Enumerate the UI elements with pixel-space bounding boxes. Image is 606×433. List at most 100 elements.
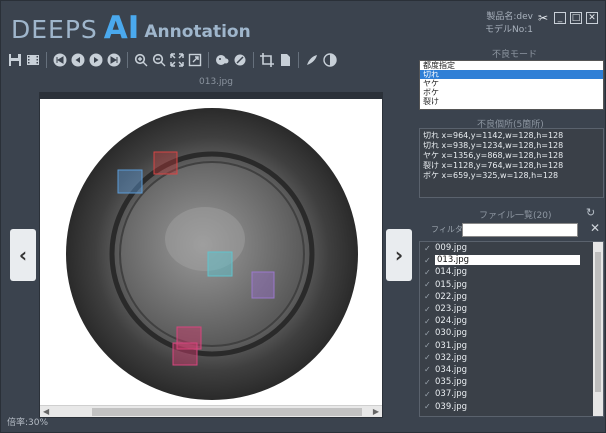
annotation-box-blur[interactable]	[117, 169, 143, 194]
check-icon: ✓	[424, 341, 431, 351]
file-list-item[interactable]: ✓ 034.jpg	[420, 364, 603, 376]
file-list-scrollbar[interactable]	[593, 242, 603, 416]
check-icon: ✓	[424, 243, 431, 253]
annotation-box-cut[interactable]	[153, 151, 178, 175]
maximize-button[interactable]: □	[570, 12, 582, 24]
brand-logo: DEEPS AI Annotation	[11, 7, 251, 45]
file-list-item[interactable]: ✓ 014.jpg	[420, 266, 603, 278]
brush-icon[interactable]	[232, 52, 248, 68]
annotation-box-tear[interactable]	[207, 251, 233, 277]
check-icon: ✓	[424, 255, 431, 265]
fit-icon[interactable]	[169, 52, 185, 68]
check-icon: ✓	[424, 402, 431, 412]
annotation-box-burn[interactable]	[251, 271, 275, 299]
minimize-button[interactable]: _	[554, 12, 566, 24]
file-list-item[interactable]: ✓ 024.jpg	[420, 315, 603, 327]
file-list-item[interactable]: ✓ 022.jpg	[420, 291, 603, 303]
zoom-out-icon[interactable]	[151, 52, 167, 68]
defect-mode-item[interactable]: 裂け	[420, 97, 603, 106]
prev-icon[interactable]	[70, 52, 86, 68]
check-icon: ✓	[424, 292, 431, 302]
modes-title: 不良モード	[492, 50, 538, 60]
defect-mode-item[interactable]: ボケ	[420, 88, 603, 97]
defect-mode-item[interactable]: 切れ	[420, 70, 603, 79]
toolbar-divider	[208, 52, 209, 68]
prev-image-button[interactable]: ‹	[10, 229, 36, 281]
file-name: 030.jpg	[435, 328, 468, 339]
document-icon[interactable]	[277, 52, 293, 68]
tools-icon[interactable]: ✂	[536, 12, 550, 24]
toolbar-divider	[253, 52, 254, 68]
palette-icon[interactable]	[214, 52, 230, 68]
file-name: 024.jpg	[435, 316, 468, 327]
check-icon: ✓	[424, 328, 431, 338]
file-name: 015.jpg	[435, 279, 468, 290]
file-name: 037.jpg	[435, 389, 468, 400]
expand-icon[interactable]	[187, 52, 203, 68]
file-list-item[interactable]: ✓ 013.jpg	[420, 254, 603, 266]
check-icon: ✓	[424, 280, 431, 290]
next-icon[interactable]	[88, 52, 104, 68]
check-icon: ✓	[424, 389, 431, 399]
file-list-item[interactable]: ✓ 023.jpg	[420, 303, 603, 315]
check-icon: ✓	[424, 267, 431, 277]
pen-icon[interactable]	[304, 52, 320, 68]
scrollbar-thumb[interactable]	[92, 408, 362, 416]
scroll-right-icon[interactable]: ▶	[373, 407, 379, 416]
current-filename: 013.jpg	[199, 77, 233, 87]
check-icon: ✓	[424, 365, 431, 375]
file-list-item[interactable]: ✓ 009.jpg	[420, 242, 603, 254]
defect-mode-item[interactable]: 都度指定	[420, 61, 603, 70]
file-list[interactable]: ✓ 009.jpg ✓ 013.jpg ✓ 014.jpg ✓ 015.jpg ✓ 022.jpg…	[419, 241, 604, 417]
check-icon: ✓	[424, 377, 431, 387]
defect-location-item[interactable]: 裂け x=1128,y=764,w=128,h=128	[423, 161, 600, 171]
defect-location-item[interactable]: 切れ x=938,y=1234,w=128,h=128	[423, 141, 600, 151]
file-list-item[interactable]: ✓ 030.jpg	[420, 327, 603, 339]
image-viewer[interactable]: ◀ ▶	[39, 92, 383, 418]
defect-location-list[interactable]: 切れ x=964,y=1142,w=128,h=128 切れ x=938,y=12…	[419, 128, 604, 198]
horizontal-scrollbar[interactable]: ◀ ▶	[40, 405, 382, 417]
file-list-item[interactable]: ✓ 039.jpg	[420, 400, 603, 412]
file-list-item[interactable]: ✓ 035.jpg	[420, 376, 603, 388]
file-name: 013.jpg	[435, 255, 580, 266]
save-icon[interactable]	[7, 52, 23, 68]
filter-row: フィルタ ✕	[419, 221, 604, 237]
file-name: 009.jpg	[435, 243, 468, 254]
annotation-box-cut-3[interactable]	[172, 342, 198, 366]
close-button[interactable]: ✕	[586, 12, 598, 24]
file-name: 035.jpg	[435, 377, 468, 388]
crop-icon[interactable]	[259, 52, 275, 68]
last-icon[interactable]	[106, 52, 122, 68]
film-icon[interactable]	[25, 52, 41, 68]
defect-location-item[interactable]: ボケ x=659,y=325,w=128,h=128	[423, 171, 600, 181]
zoom-status: 倍率:30%	[7, 418, 49, 428]
clear-filter-icon[interactable]: ✕	[590, 221, 600, 235]
files-title: ファイル一覧(20)	[479, 211, 552, 221]
next-image-button[interactable]: ›	[386, 229, 412, 281]
file-list-item[interactable]: ✓ 015.jpg	[420, 279, 603, 291]
brand-annotation: Annotation	[144, 22, 251, 42]
check-icon: ✓	[424, 316, 431, 326]
zoom-in-icon[interactable]	[133, 52, 149, 68]
product-name: 製品名:dev	[486, 12, 533, 22]
contrast-icon[interactable]	[322, 52, 338, 68]
check-icon: ✓	[424, 304, 431, 314]
window-controls: ✂ _ □ ✕	[536, 12, 598, 24]
toolbar-divider	[46, 52, 47, 68]
brand-deeps: DEEPS	[11, 15, 98, 44]
app-window: DEEPS AI Annotation 製品名:dev モデルNo:1 ✂ _ …	[0, 0, 606, 433]
file-list-scroll-thumb[interactable]	[595, 252, 601, 392]
filter-input[interactable]	[462, 223, 578, 237]
file-list-item[interactable]: ✓ 031.jpg	[420, 340, 603, 352]
defect-location-item[interactable]: 切れ x=964,y=1142,w=128,h=128	[423, 131, 600, 141]
refresh-icon[interactable]: ↻	[586, 206, 595, 219]
file-list-item[interactable]: ✓ 037.jpg	[420, 388, 603, 400]
file-list-item[interactable]: ✓ 032.jpg	[420, 352, 603, 364]
first-icon[interactable]	[52, 52, 68, 68]
inspection-image[interactable]	[40, 99, 382, 405]
brand-ai: AI	[103, 10, 140, 46]
product-meta: 製品名:dev モデルNo:1	[485, 11, 533, 37]
defect-mode-item[interactable]: ヤケ	[420, 79, 603, 88]
defect-mode-list[interactable]: 都度指定 切れ ヤケ ボケ 裂け	[419, 60, 604, 110]
defect-location-item[interactable]: ヤケ x=1356,y=868,w=128,h=128	[423, 151, 600, 161]
